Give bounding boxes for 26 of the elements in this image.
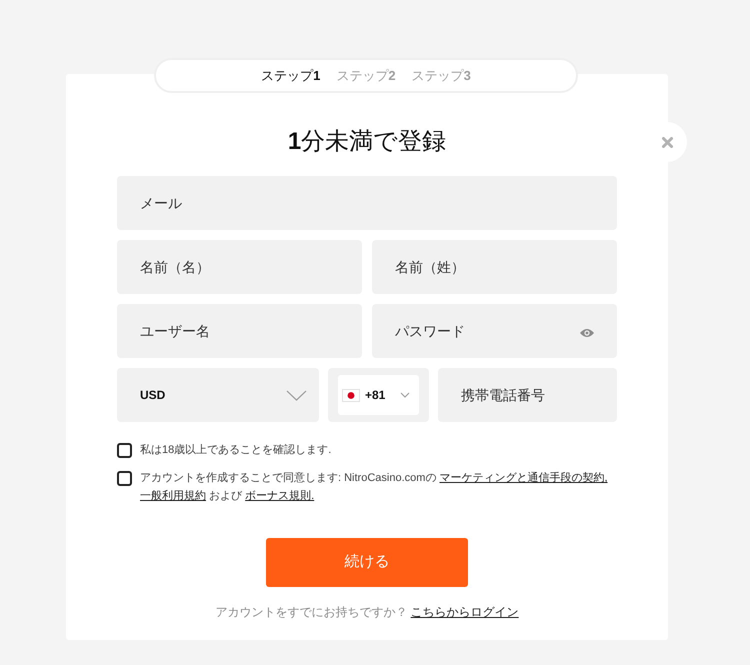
chevron-down-icon — [286, 390, 307, 400]
checkbox-label: 私は18歳以上であることを確認します. — [140, 443, 332, 458]
terms-link[interactable]: ボーナス規則. — [245, 490, 314, 502]
flag-icon — [342, 388, 360, 402]
text-field[interactable]: 名前（姓） — [372, 240, 617, 294]
terms-link[interactable]: マーケティングと通信手段の契約, — [439, 472, 608, 484]
step-label: ステップ1 — [261, 66, 320, 85]
checkbox[interactable] — [117, 443, 132, 458]
currency-select[interactable]: USD — [117, 368, 319, 422]
text-field[interactable]: ユーザー名 — [117, 304, 362, 358]
step-label: ステップ3 — [412, 66, 471, 85]
country-code-select[interactable]: +81 — [338, 375, 419, 415]
password-field[interactable]: パスワード — [372, 304, 617, 358]
login-prompt: アカウントをすでにお持ちですか？ こちらからログイン — [214, 604, 520, 620]
text-field[interactable]: 名前（名） — [117, 240, 362, 294]
phone-number-field[interactable]: 携帯電話番号 — [438, 368, 617, 422]
form-title: 1分未満で登録 — [286, 127, 448, 157]
chevron-down-icon — [400, 392, 410, 398]
close-icon — [662, 136, 672, 148]
checkbox-label: アカウントを作成することで同意します: NitroCasino.comの マーケティングと通信手段の契約, 一般利用規約 および ボーナス規則. — [140, 470, 609, 504]
eye-icon — [579, 328, 595, 338]
email-field[interactable]: メール — [117, 176, 617, 230]
login-link[interactable]: こちらからログイン — [410, 605, 519, 619]
checkbox[interactable] — [117, 471, 132, 486]
terms-link[interactable]: 一般利用規約 — [140, 490, 206, 502]
step-label: ステップ2 — [336, 66, 396, 85]
